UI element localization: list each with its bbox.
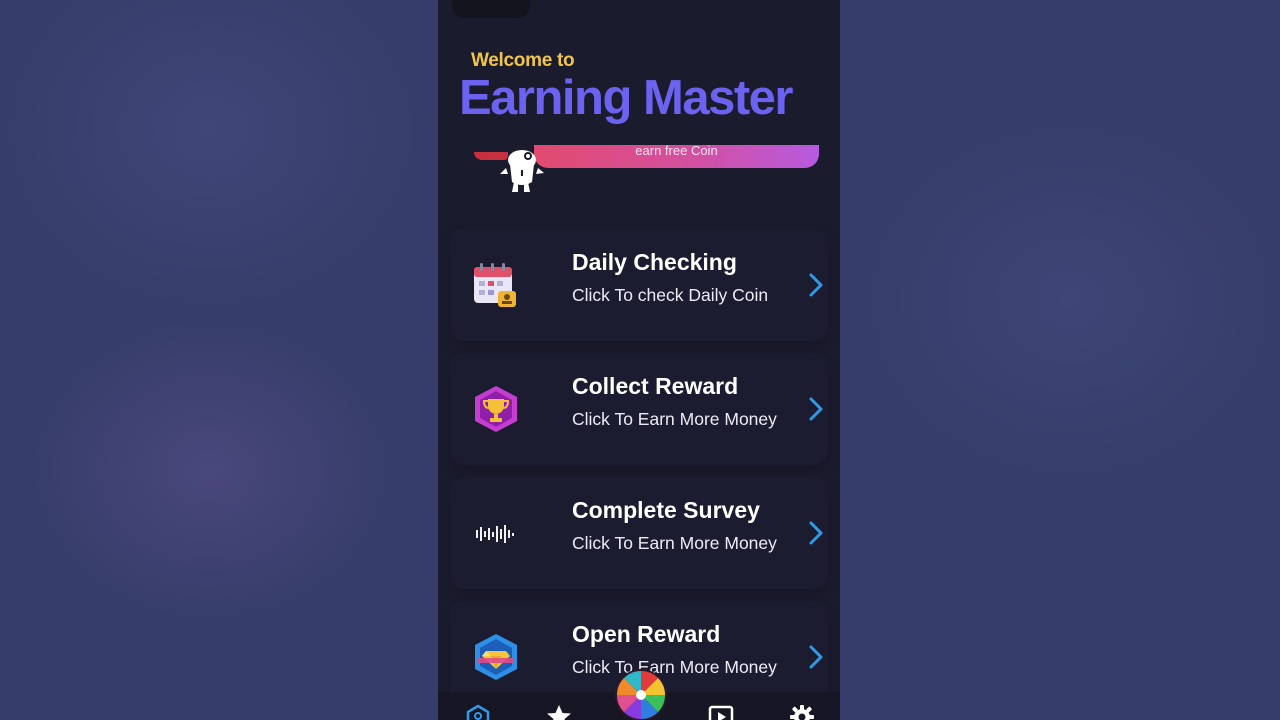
- promo-banner[interactable]: earn free Coin: [534, 145, 819, 168]
- chevron-right-icon: [809, 645, 823, 669]
- chevron-right-icon: [809, 273, 823, 297]
- menu-item-complete-survey[interactable]: Complete Survey Click To Earn More Money: [450, 477, 828, 589]
- trophy-badge-icon: [475, 386, 517, 432]
- menu-item-title: Collect Reward: [572, 373, 739, 399]
- survey-waveform-icon: [476, 525, 514, 543]
- status-notch: [452, 0, 530, 18]
- home-icon[interactable]: [465, 704, 491, 720]
- menu-item-subtitle: Click To Earn More Money: [572, 409, 777, 429]
- menu-item-subtitle: Click To Earn More Money: [572, 533, 777, 553]
- menu-item-subtitle: Click To Earn More Money: [572, 657, 777, 677]
- menu-item-subtitle: Click To check Daily Coin: [572, 285, 769, 305]
- menu-item-daily-checking[interactable]: Daily Checking Click To check Daily Coin: [450, 229, 828, 341]
- menu-item-title: Open Reward: [572, 621, 721, 647]
- welcome-text: Welcome to: [471, 50, 575, 71]
- app-title: Earning Master: [459, 71, 793, 125]
- diamond-badge-icon: [475, 634, 517, 680]
- chevron-right-icon: [809, 521, 823, 545]
- calendar-icon: [474, 263, 516, 307]
- gear-icon[interactable]: [789, 704, 815, 720]
- video-play-icon[interactable]: [708, 704, 734, 720]
- menu-item-title: Daily Checking: [572, 249, 737, 275]
- star-icon[interactable]: [546, 704, 572, 720]
- menu-item-collect-reward[interactable]: Collect Reward Click To Earn More Money: [450, 353, 828, 465]
- menu-item-title: Complete Survey: [572, 497, 760, 523]
- chevron-right-icon: [809, 397, 823, 421]
- banner-text: earn free Coin: [635, 145, 718, 158]
- phone-screen: Welcome to Earning Master earn free Coin: [438, 0, 840, 720]
- spin-wheel-icon[interactable]: [614, 668, 668, 720]
- mascot-icon: [500, 150, 544, 192]
